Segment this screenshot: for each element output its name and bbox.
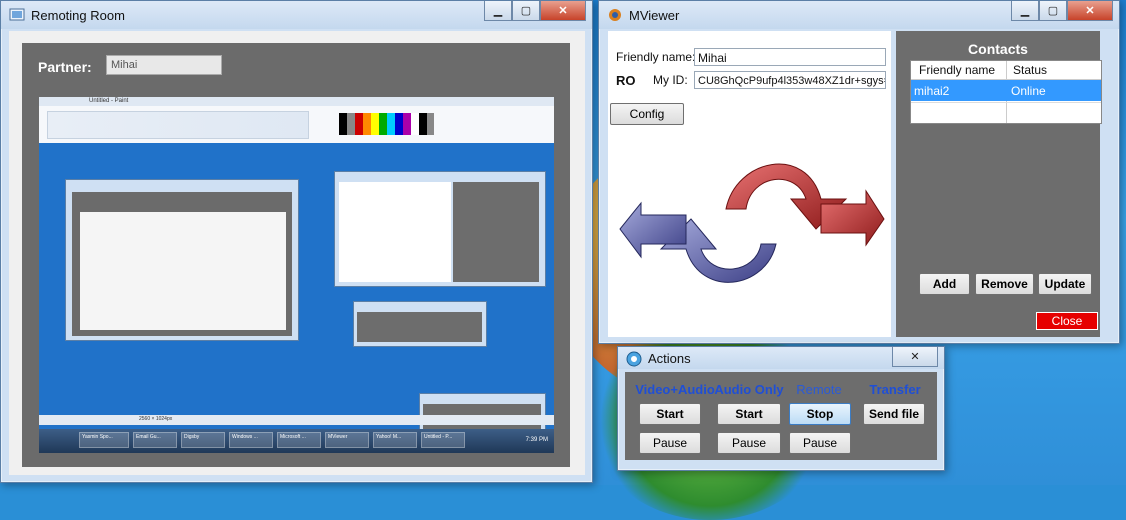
taskbar-clock: 7:39 PM (525, 437, 548, 443)
remote-desktop-canvas (39, 143, 554, 435)
taskbar-item: Yasmin Spo... (79, 432, 129, 448)
paint-tools (47, 111, 309, 139)
audio-only-header: Audio Only (714, 382, 784, 397)
column-header-status[interactable]: Status (1013, 63, 1047, 77)
audio-only-pause-button[interactable]: Pause (717, 432, 781, 454)
update-button[interactable]: Update (1038, 273, 1092, 295)
partner-input[interactable]: Mihai (106, 55, 222, 75)
remote-header: Remote (796, 382, 842, 397)
transfer-header: Transfer (869, 382, 921, 397)
video-audio-start-button[interactable]: Start (639, 403, 701, 425)
friendly-name-label: Friendly name: (616, 50, 696, 64)
paint-ribbon: Untitled - Paint (39, 97, 554, 144)
contacts-grid[interactable]: Friendly name Status mihai2 Online (910, 60, 1102, 124)
nested-mviewer-right (453, 182, 539, 282)
contacts-title: Contacts (968, 41, 1028, 57)
country-code: RO (616, 73, 636, 88)
mviewer-logo-arrows (619, 163, 885, 283)
taskbar-item: Untitled - P... (421, 432, 465, 448)
maximize-button[interactable]: ▢ (1039, 1, 1067, 21)
remoting-room-panel: Partner: Mihai Untitled - Paint 2560 × 1… (22, 43, 570, 467)
actions-panel: Video+Audio Audio Only Remote Transfer S… (625, 372, 937, 460)
taskbar-item: Microsoft ... (277, 432, 321, 448)
remoting-room-window: Remoting Room ▁ ▢ ✕ Partner: Mihai Untit… (0, 0, 593, 483)
table-row[interactable]: mihai2 Online (911, 80, 1101, 101)
nested-actions (353, 301, 487, 347)
remote-stop-button[interactable]: Stop (789, 403, 851, 425)
remote-taskbar: Yasmin Spo... Email Gu... Digsby Windows… (39, 429, 554, 453)
nested-mviewer (334, 171, 546, 287)
mviewer-window: MViewer ▁ ▢ ✕ Friendly name: Mihai RO My… (598, 0, 1120, 344)
friendly-name-field[interactable]: Mihai (694, 48, 886, 66)
taskbar-item: Digsby (181, 432, 225, 448)
close-button-red[interactable]: Close (1036, 312, 1098, 330)
close-button[interactable]: ✕ (540, 1, 586, 21)
maximize-button[interactable]: ▢ (512, 1, 540, 21)
window-app-icon (9, 7, 25, 23)
remote-pause-button[interactable]: Pause (789, 432, 851, 454)
window-title: Remoting Room (31, 8, 125, 23)
minimize-button[interactable]: ▁ (484, 1, 512, 21)
paint-color-palette (339, 113, 434, 135)
send-file-button[interactable]: Send file (863, 403, 925, 425)
contact-status-cell: Online (1011, 84, 1046, 98)
remove-button[interactable]: Remove (975, 273, 1034, 295)
actions-titlebar[interactable]: Actions ✕ (618, 347, 944, 369)
remoting-room-client: Partner: Mihai Untitled - Paint 2560 × 1… (9, 31, 585, 475)
table-row[interactable] (911, 102, 1101, 124)
column-header-friendly-name[interactable]: Friendly name (919, 63, 995, 77)
nested-panel (72, 192, 292, 336)
contact-name-cell: mihai2 (914, 84, 950, 98)
remoting-room-titlebar[interactable]: Remoting Room ▁ ▢ ✕ (1, 1, 592, 29)
paint-status-text: 2560 × 1024px (139, 416, 173, 422)
remote-screen-view[interactable]: Untitled - Paint 2560 × 1024px Yasmin Sp… (39, 97, 554, 453)
video-audio-header: Video+Audio (635, 382, 715, 397)
mviewer-identity-panel: Friendly name: Mihai RO My ID: CU8GhQcP9… (608, 31, 891, 337)
contacts-panel: Contacts Friendly name Status mihai2 Onl… (896, 31, 1102, 337)
taskbar-item: Windows ... (229, 432, 273, 448)
video-audio-pause-button[interactable]: Pause (639, 432, 701, 454)
paint-title-strip: Untitled - Paint (39, 97, 554, 106)
audio-only-start-button[interactable]: Start (717, 403, 781, 425)
mviewer-titlebar[interactable]: MViewer ▁ ▢ ✕ (599, 1, 1119, 29)
nested-actions-panel (357, 312, 482, 342)
nested-remoting-room (65, 179, 299, 341)
mviewer-client: Friendly name: Mihai RO My ID: CU8GhQcP9… (608, 31, 1102, 337)
window-title: Actions (648, 351, 691, 366)
nested-mviewer-left (339, 182, 451, 282)
mviewer-app-icon (607, 7, 623, 23)
partner-label: Partner: (38, 59, 92, 75)
minimize-button[interactable]: ▁ (1011, 1, 1039, 21)
paint-title: Untitled - Paint (89, 98, 129, 104)
actions-window: Actions ✕ Video+Audio Audio Only Remote … (617, 346, 945, 471)
my-id-label: My ID: (653, 73, 688, 87)
window-title: MViewer (629, 8, 680, 23)
close-button[interactable]: ✕ (1067, 1, 1113, 21)
my-id-field[interactable]: CU8GhQcP9ufp4l353w48XZ1dr+sgys= (694, 71, 886, 89)
nested-screen (80, 212, 286, 330)
actions-app-icon (626, 351, 642, 367)
close-button[interactable]: ✕ (892, 347, 938, 367)
add-button[interactable]: Add (919, 273, 970, 295)
taskbar-item: Yahoo! M... (373, 432, 417, 448)
taskbar-item: MViewer (325, 432, 369, 448)
config-button[interactable]: Config (610, 103, 684, 125)
taskbar-item: Email Gu... (133, 432, 177, 448)
paint-statusbar: 2560 × 1024px (39, 415, 554, 425)
